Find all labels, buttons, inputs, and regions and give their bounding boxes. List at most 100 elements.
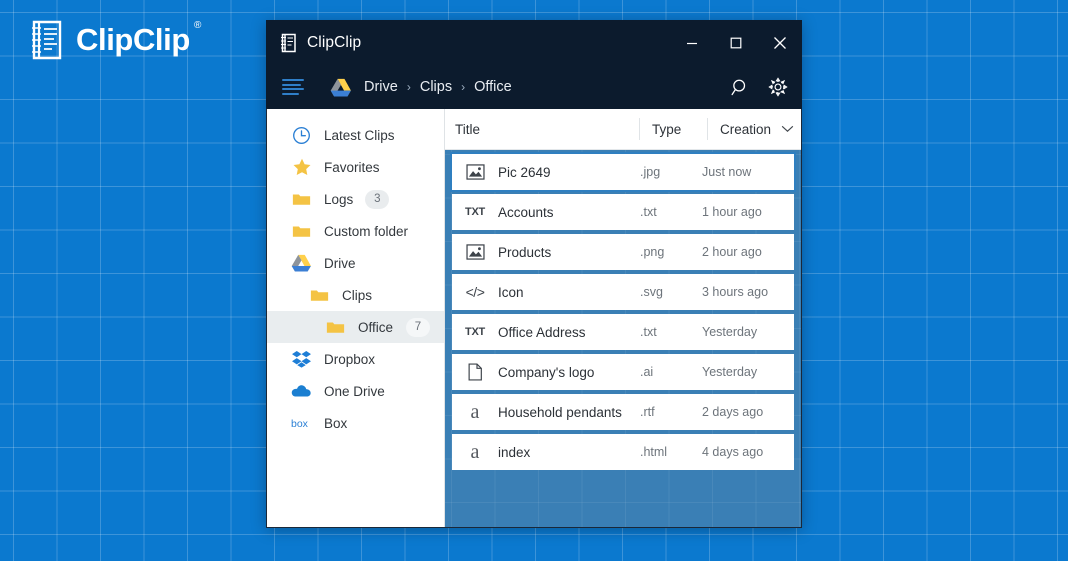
window-controls: [670, 20, 802, 65]
sidebar-item-clips[interactable]: Clips: [267, 279, 444, 311]
clipclip-app-icon: [280, 33, 297, 53]
title-bar: ClipClip: [266, 20, 802, 65]
breadcrumb-separator: ›: [406, 80, 411, 94]
column-header-title[interactable]: Title: [445, 118, 639, 140]
sidebar-item-label: Custom folder: [324, 223, 409, 239]
file-type: .svg: [640, 285, 663, 299]
file-list-header: Title Type Creation: [445, 109, 801, 150]
column-header-creation-label: Creation: [720, 121, 772, 137]
window-title: ClipClip: [307, 33, 362, 51]
sidebar-item-label: Latest Clips: [324, 127, 395, 143]
brand-name-text: ClipClip: [76, 22, 190, 57]
sidebar-item-latest-clips[interactable]: Latest Clips: [267, 119, 444, 151]
breadcrumb-item-office[interactable]: Office: [474, 79, 512, 95]
sidebar-badge-logs: 3: [365, 189, 390, 209]
table-row[interactable]: Products .png 2 hour ago: [452, 234, 794, 270]
table-row[interactable]: Company's logo .ai Yesterday: [452, 354, 794, 390]
font-file-icon: a: [470, 401, 480, 423]
sidebar-item-label: Logs: [324, 191, 354, 207]
file-type: .html: [640, 445, 668, 459]
sidebar-item-one-drive[interactable]: One Drive: [267, 375, 444, 407]
breadcrumb-item-drive[interactable]: Drive: [364, 79, 398, 95]
txt-file-icon: TXT: [465, 206, 485, 218]
file-list-panel: Title Type Creation Pic 2649 .jpg Just n…: [445, 109, 801, 527]
breadcrumb-item-clips[interactable]: Clips: [420, 79, 452, 95]
breadcrumb-separator: ›: [461, 80, 466, 94]
folder-icon: [309, 285, 330, 306]
sidebar-item-label: Drive: [324, 255, 356, 271]
box-icon: box: [291, 413, 312, 434]
file-creation: 2 hour ago: [702, 245, 762, 259]
file-title: Accounts: [498, 204, 554, 220]
txt-file-icon: TXT: [465, 326, 485, 338]
document-file-icon: [464, 361, 486, 383]
toolbar-actions: [731, 77, 788, 97]
file-title: Office Address: [498, 324, 586, 340]
brand-logo: ClipClip ®: [30, 20, 201, 60]
file-type: .jpg: [640, 165, 661, 179]
file-creation: Yesterday: [702, 365, 758, 379]
table-row[interactable]: Pic 2649 .jpg Just now: [452, 154, 794, 190]
folder-icon: [291, 221, 312, 242]
maximize-button[interactable]: [714, 20, 758, 65]
close-button[interactable]: [758, 20, 802, 65]
sidebar-item-label: Favorites: [324, 159, 380, 175]
column-header-type[interactable]: Type: [639, 118, 707, 140]
table-row[interactable]: TXT Office Address .txt Yesterday: [452, 314, 794, 350]
table-row[interactable]: a index .html 4 days ago: [452, 434, 794, 470]
sidebar-item-label: Clips: [342, 287, 373, 303]
svg-text:box: box: [291, 418, 309, 430]
file-creation: Just now: [702, 165, 752, 179]
file-title: Products: [498, 244, 552, 260]
image-file-icon: [464, 161, 486, 183]
sidebar-item-favorites[interactable]: Favorites: [267, 151, 444, 183]
minimize-button[interactable]: [670, 20, 714, 65]
file-title: Household pendants: [498, 404, 622, 420]
file-creation: Yesterday: [702, 325, 758, 339]
sidebar-item-label: Dropbox: [324, 351, 376, 367]
font-file-icon: a: [470, 441, 480, 463]
sidebar-item-label: Box: [324, 415, 348, 431]
file-type: .rtf: [640, 405, 655, 419]
file-title: Company's logo: [498, 364, 595, 380]
folder-icon: [291, 189, 312, 210]
file-list-scroll-area[interactable]: Pic 2649 .jpg Just now TXT Accounts .txt…: [445, 150, 801, 527]
sidebar-item-logs[interactable]: Logs 3: [267, 183, 444, 215]
folder-icon: [325, 317, 346, 338]
sidebar-item-label: Office: [358, 319, 394, 335]
search-icon[interactable]: [731, 78, 750, 97]
sidebar-item-drive[interactable]: Drive: [267, 247, 444, 279]
file-creation: 3 hours ago: [702, 285, 769, 299]
sidebar-item-dropbox[interactable]: Dropbox: [267, 343, 444, 375]
breadcrumb: Drive › Clips › Office: [330, 78, 512, 97]
star-icon: [291, 157, 312, 178]
chevron-down-icon[interactable]: [781, 125, 794, 133]
file-title: Pic 2649: [498, 164, 551, 180]
table-row[interactable]: a Household pendants .rtf 2 days ago: [452, 394, 794, 430]
table-row[interactable]: TXT Accounts .txt 1 hour ago: [452, 194, 794, 230]
file-creation: 2 days ago: [702, 405, 764, 419]
window-body: Latest Clips Favorites Logs 3 Custom fol…: [266, 109, 802, 528]
clipclip-app-window: ClipClip Drive › Clips › Office Latest C…: [266, 20, 802, 528]
clock-icon: [291, 125, 312, 146]
file-creation: 4 days ago: [702, 445, 764, 459]
file-type: .png: [640, 245, 665, 259]
sidebar: Latest Clips Favorites Logs 3 Custom fol…: [267, 109, 445, 527]
file-title: index: [498, 444, 531, 460]
file-type: .txt: [640, 325, 657, 339]
google-drive-icon: [330, 78, 352, 97]
sidebar-item-custom-folder[interactable]: Custom folder: [267, 215, 444, 247]
sidebar-item-office[interactable]: Office 7: [267, 311, 444, 343]
registered-mark: ®: [193, 20, 201, 31]
file-type: .ai: [640, 365, 654, 379]
google-drive-icon: [291, 253, 312, 274]
clipclip-logo-icon: [30, 20, 64, 60]
table-row[interactable]: </> Icon .svg 3 hours ago: [452, 274, 794, 310]
hamburger-menu-icon[interactable]: [282, 79, 304, 95]
dropbox-icon: [291, 349, 312, 370]
column-header-creation[interactable]: Creation: [707, 118, 801, 140]
file-title: Icon: [498, 284, 524, 300]
gear-icon[interactable]: [768, 77, 788, 97]
toolbar: Drive › Clips › Office: [266, 65, 802, 109]
sidebar-item-box[interactable]: box Box: [267, 407, 444, 439]
